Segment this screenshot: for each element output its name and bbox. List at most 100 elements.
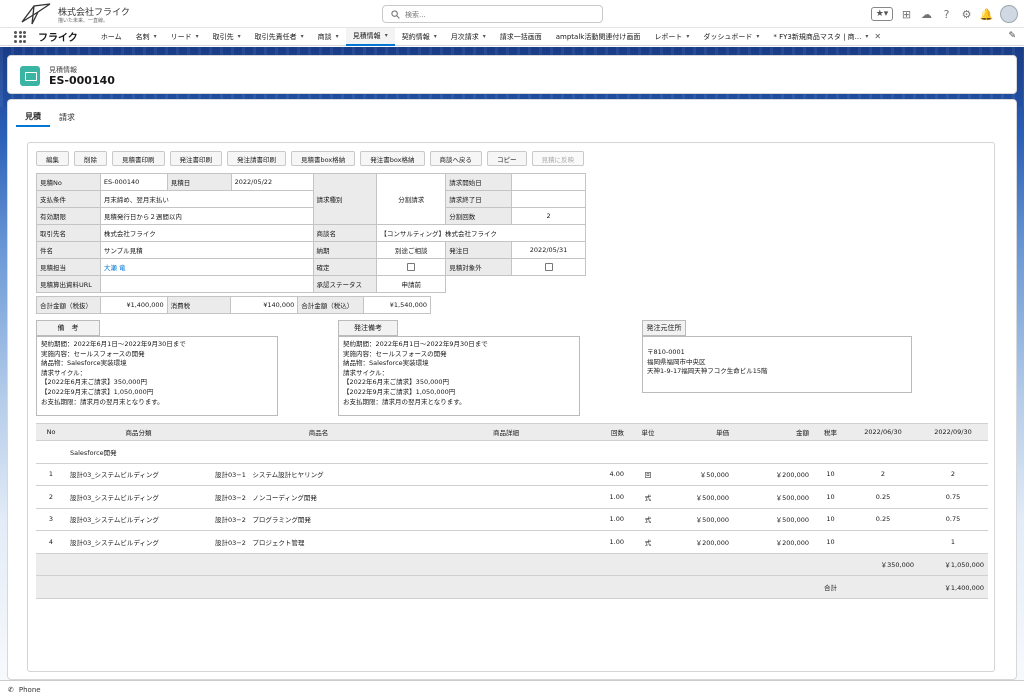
column-header: No [36,423,66,441]
grand-total-row: 合計 ￥1,400,000 [36,575,988,599]
approval-value: 申請前 [376,275,447,293]
table-cell: ￥500,000 [733,485,813,509]
nav-tab-6[interactable]: 見積情報 ▾ [345,27,395,46]
favorites-star-icon[interactable]: ★▾ [871,7,893,21]
column-header: 2022/09/30 [918,423,988,441]
table-cell: 設計03_システムビルディング [66,530,211,554]
group-label: Salesforce開発 [66,440,988,464]
nav-tab-2[interactable]: リード ▾ [164,28,206,46]
user-avatar[interactable] [1000,5,1018,23]
action-button-6[interactable]: 発注書box格納 [360,151,425,166]
quote-header-fields: 見積No ES-000140 見積日 2022/05/22 請求種別 分割請求 … [36,173,586,293]
grand-total-label: 合計 [813,575,848,599]
table-cell: ￥200,000 [668,530,733,554]
table-cell: 設計03−2 プロジェクト管理 [211,530,426,554]
quote-no-label: 見積No [36,173,101,191]
table-cell: ￥500,000 [668,485,733,509]
nav-tab-10[interactable]: amptalk活動関連付け画面 [549,28,648,46]
approval-label: 承認ステータス [312,275,378,293]
nav-tab-5[interactable]: 商談 ▾ [311,28,346,46]
app-launcher-icon[interactable] [14,30,26,43]
search-icon [391,10,400,19]
action-button-5[interactable]: 見積書box格納 [291,151,356,166]
remarks-text: 契約期間：2022年6月1日～2022年9月30日まで 実施内容：セールスフォー… [36,336,278,416]
edit-nav-pencil-icon[interactable]: ✎ [1008,31,1016,41]
billing-start-label: 請求開始日 [445,173,513,191]
chevron-down-icon[interactable]: ▾ [301,33,304,40]
table-row[interactable]: 3 設計03_システムビルディング 設計03−2 プログラミング開発 1.00 式 ￥50… [36,508,988,531]
table-cell: 設計03_システムビルディング [66,508,211,531]
chevron-down-icon[interactable]: ▾ [434,33,437,40]
chevron-down-icon[interactable]: ▾ [686,33,689,40]
trailhead-icon[interactable]: ☁ [920,8,933,21]
nav-tab-12[interactable]: ダッシュボード ▾ [696,28,766,46]
excluded-checkbox[interactable] [544,263,553,271]
action-button-0[interactable]: 編集 [36,151,69,166]
global-search[interactable]: 検索... [382,5,603,23]
nav-tab-0[interactable]: ホーム [94,28,129,46]
tab-quote[interactable]: 見積 [16,107,50,127]
chevron-down-icon[interactable]: ▾ [483,33,486,40]
chevron-down-icon[interactable]: ▾ [238,33,241,40]
chevron-down-icon[interactable]: ▾ [336,33,339,40]
nav-tab-label: ホーム [100,32,122,41]
owner-link[interactable]: 大瀬 竜 [104,264,126,272]
nav-tab-9[interactable]: 請求一括画面 [493,28,549,46]
period-total-2: ￥1,050,000 [918,553,988,576]
account-label: 取引先名 [36,224,101,242]
tab-billing[interactable]: 請求 [50,107,84,127]
chevron-down-icon[interactable]: ▾ [154,33,157,40]
action-button-8[interactable]: コピー [487,151,527,166]
action-button-3[interactable]: 発注書印刷 [169,151,222,166]
opportunity-label: 商談名 [312,224,378,242]
phone-label[interactable]: Phone [19,686,41,694]
nav-tab-8[interactable]: 月次請求 ▾ [444,28,493,46]
nav-tab-1[interactable]: 名刺 ▾ [129,28,164,46]
grand-total-value: ￥1,400,000 [918,575,988,599]
table-cell: 4 [36,530,66,554]
period-total-1: ￥350,000 [848,553,918,576]
order-date-value: 2022/05/31 [511,241,586,259]
table-cell [848,530,918,554]
action-button-2[interactable]: 見積書印刷 [112,151,165,166]
table-cell: 10 [813,485,848,509]
notifications-bell-icon[interactable]: 🔔 [980,8,994,21]
chevron-down-icon[interactable]: ▾ [865,33,868,40]
nav-tab-4[interactable]: 取引先責任者 ▾ [248,28,311,46]
phone-icon[interactable]: ✆ [8,686,14,694]
nav-tab-3[interactable]: 取引先 ▾ [206,28,248,46]
chevron-down-icon[interactable]: ▾ [196,33,199,40]
opportunity-value: 【コンサルティング】株式会社フライク [376,224,586,242]
table-cell: 3 [36,508,66,531]
quote-date-value: 2022/05/22 [230,173,314,191]
chevron-down-icon[interactable]: ▾ [756,33,759,40]
search-input[interactable]: 検索... [405,10,426,20]
app-navigation-bar: フライク ホーム 名刺 ▾ リード ▾ 取引先 ▾ 取引先責任者 ▾ 商談 ▾ 見積情報 ▾ 契約情報 ▾ 月… [0,27,1024,46]
chevron-down-icon[interactable]: ▾ [385,32,388,39]
table-cell: 0.75 [918,485,988,509]
confirmed-checkbox[interactable] [407,263,416,271]
excluded-label: 見積対象外 [445,258,513,276]
help-question-icon[interactable]: ? [940,8,953,21]
nav-tab-13[interactable]: * FY3新規商品マスタ | 商... ▾ ✕ [766,28,888,46]
table-cell: 設計03−1 システム設計ヒヤリング [211,463,426,486]
setup-gear-icon[interactable]: ⚙ [960,8,973,21]
table-row[interactable]: 2 設計03_システムビルディング 設計03−2 ノンコーディング開発 1.00 式 ￥5… [36,485,988,509]
global-header: 株式会社フライク 描いた未来、一直線。 検索... ★▾ ⊞ ☁ ? ⚙ 🔔 [0,0,1024,28]
nav-tab-7[interactable]: 契約情報 ▾ [395,28,444,46]
action-button-4[interactable]: 発注請書印刷 [227,151,286,166]
table-row[interactable]: 4 設計03_システムビルディング 設計03−2 プロジェクト管理 1.00 式 ￥200… [36,530,988,554]
action-button-7[interactable]: 商談へ戻る [429,151,482,166]
billing-end-value [511,190,586,208]
calc-url-value[interactable] [99,275,314,293]
billing-type-label: 請求種別 [312,173,378,225]
global-actions-plus-icon[interactable]: ⊞ [900,8,913,21]
owner-label: 見積担当 [36,258,101,276]
company-logo[interactable] [20,2,52,26]
remarks-label: 備 考 [36,320,100,336]
close-tab-icon[interactable]: ✕ [874,32,881,41]
action-button-1[interactable]: 削除 [74,151,107,166]
nav-tab-11[interactable]: レポート ▾ [647,28,696,46]
table-cell: 1.00 [586,485,628,509]
table-row[interactable]: 1 設計03_システムビルディング 設計03−1 システム設計ヒヤリング 4.00 回 ￥… [36,463,988,486]
